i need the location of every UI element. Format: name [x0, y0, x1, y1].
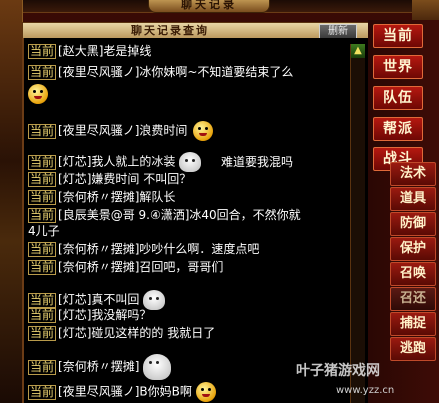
chat-line: 当前 [奈何桥〃摆摊]解队长	[28, 190, 175, 205]
dragon-border	[0, 0, 23, 403]
chat-line: 当前 [灯芯]嫌费时间 不叫回？	[28, 172, 191, 187]
battle-capture-button[interactable]: 捕捉	[390, 312, 436, 336]
chat-line: 当前 [灯芯]我人就上的冰装 难道要我混吗	[28, 152, 293, 172]
battle-spell-button[interactable]: 法术	[390, 162, 436, 186]
channel-tab-world[interactable]: 世界	[373, 55, 423, 79]
clear-button[interactable]: 删新	[319, 24, 357, 39]
chat-line: 当前 [良辰美景@哥 9.④潇洒]冰40回合，不然你就	[28, 208, 301, 223]
battle-recall-button[interactable]: 召还	[390, 287, 436, 311]
battle-protect-button[interactable]: 保护	[390, 237, 436, 261]
chat-text: [良辰美景@哥 9.④潇洒]冰40回合，不然你就	[58, 208, 301, 222]
yellow-face-icon	[28, 84, 48, 104]
chat-text: [灯芯]碰见这样的的 我就日了	[58, 326, 216, 340]
channel-tag[interactable]: 当前	[28, 326, 57, 341]
chat-line: 当前 [赵大黑]老是掉线	[28, 44, 151, 59]
channel-sidebar: 当前 世界 队伍 帮派 战斗 法术 道具 防御 保护 召唤 召还 捕捉 逃跑	[368, 20, 439, 403]
chat-text: [夜里尽风骚ノ]浪费时间	[58, 123, 188, 138]
channel-tag[interactable]: 当前	[28, 208, 57, 223]
yellow-face-icon	[195, 382, 216, 402]
chat-text: [夜里尽风骚ノ]B你妈B啊	[58, 384, 192, 399]
battle-defend-button[interactable]: 防御	[390, 212, 436, 236]
chat-line: 当前 [灯芯]我没解吗？	[28, 308, 151, 323]
chat-text: [奈何桥〃摆摊]召回吧，哥哥们	[58, 260, 224, 274]
ghost-icon	[143, 290, 166, 310]
chat-text-tail: 难道要我混吗	[221, 154, 294, 169]
chat-log: 当前 [赵大黑]老是掉线 当前 [夜里尽风骚ノ]冰你妹啊~不知道要结束了么 当前 [夜…	[22, 38, 370, 403]
chat-line: 4儿子	[28, 224, 60, 239]
chat-text: [夜里尽风骚ノ]冰你妹啊~不知道要结束了么	[58, 65, 294, 79]
channel-tag[interactable]: 当前	[28, 242, 57, 257]
chat-log-window: 聊天记录 聊天记录查询 删新 当前 [赵大黑]老是掉线 当前 [夜里尽风骚ノ]冰你妹…	[0, 0, 439, 403]
chat-text: [奈何桥〃摆摊]解队长	[58, 190, 176, 204]
channel-tag[interactable]: 当前	[28, 384, 57, 400]
chat-text: [奈何桥〃摆摊]吵吵什么啊．速度点吧	[58, 242, 260, 256]
channel-tab-guild[interactable]: 帮派	[373, 117, 423, 141]
header-title: 聊天记录查询	[131, 24, 209, 37]
channel-tag[interactable]: 当前	[28, 292, 57, 308]
chat-scrollbar[interactable]: ▲	[350, 44, 365, 403]
chat-line: 当前 [夜里尽风骚ノ]B你妈B啊	[28, 382, 216, 402]
chat-line: 当前 [夜里尽风骚ノ]浪费时间	[28, 121, 214, 141]
chat-line: 当前 [灯芯]真不叫回	[28, 290, 166, 310]
chat-line: 当前 [奈何桥〃摆摊]	[28, 354, 172, 380]
channel-tab-team[interactable]: 队伍	[373, 86, 423, 110]
battle-item-button[interactable]: 道具	[390, 187, 436, 211]
channel-tag[interactable]: 当前	[28, 359, 57, 375]
chat-line: 当前 [夜里尽风骚ノ]冰你妹啊~不知道要结束了么	[28, 65, 293, 80]
channel-tag[interactable]: 当前	[28, 44, 57, 59]
chat-line: 当前 [奈何桥〃摆摊]吵吵什么啊．速度点吧	[28, 242, 259, 257]
channel-tag[interactable]: 当前	[28, 123, 57, 139]
battle-summon-button[interactable]: 召唤	[390, 262, 436, 286]
scroll-up-icon[interactable]: ▲	[351, 44, 365, 58]
window-title: 聊天记录	[148, 0, 270, 13]
channel-tag[interactable]: 当前	[28, 154, 57, 170]
chat-text: 4儿子	[28, 224, 60, 238]
channel-tag[interactable]: 当前	[28, 190, 57, 205]
chat-text: [灯芯]我人就上的冰装	[58, 154, 176, 169]
channel-tab-current[interactable]: 当前	[373, 24, 423, 48]
chat-line: 当前 [灯芯]碰见这样的的 我就日了	[28, 326, 215, 341]
chat-text: [灯芯]真不叫回	[58, 292, 140, 307]
chat-text: [灯芯]嫌费时间 不叫回？	[58, 172, 192, 186]
chat-text: [赵大黑]老是掉线	[58, 44, 152, 58]
channel-tag[interactable]: 当前	[28, 308, 57, 323]
watermark-url: www.yzz.cn	[336, 385, 395, 396]
ghost-icon	[143, 354, 172, 380]
yellow-face-icon	[193, 121, 214, 141]
chat-line: 当前 [奈何桥〃摆摊]召回吧，哥哥们	[28, 260, 223, 275]
chat-line	[28, 84, 48, 104]
title-bar: 聊天记录	[0, 0, 439, 13]
channel-tag[interactable]: 当前	[28, 260, 57, 275]
channel-tag[interactable]: 当前	[28, 172, 57, 187]
ghost-icon	[179, 152, 202, 172]
chat-text: [奈何桥〃摆摊]	[58, 359, 140, 374]
chat-text: [灯芯]我没解吗？	[58, 308, 152, 322]
channel-tag[interactable]: 当前	[28, 65, 57, 80]
battle-escape-button[interactable]: 逃跑	[390, 337, 436, 361]
